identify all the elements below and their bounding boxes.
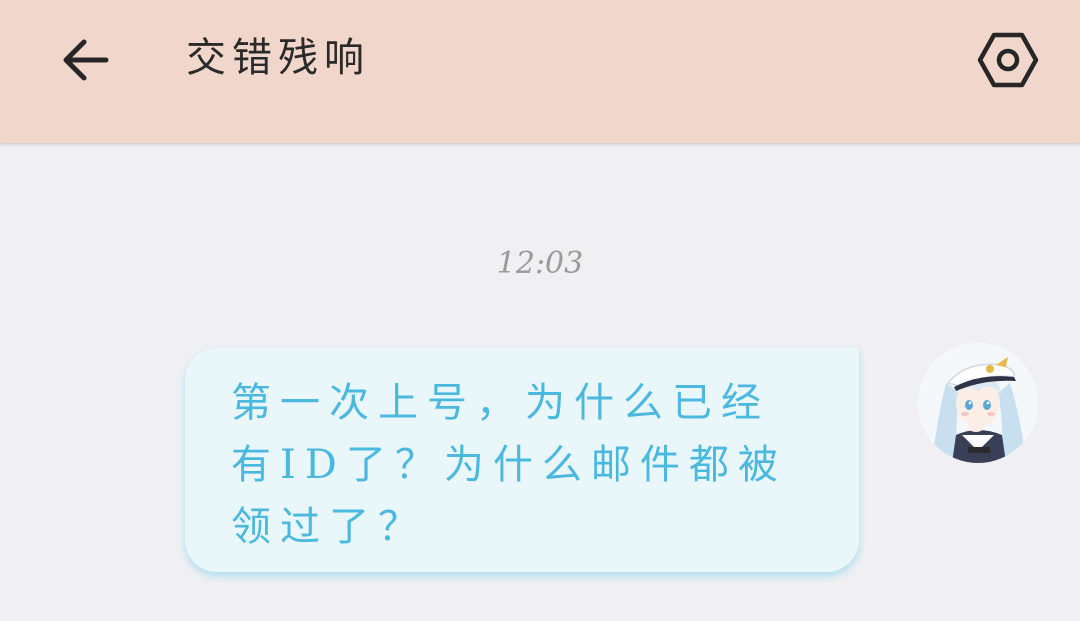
message-timestamp: 12:03 <box>496 246 584 281</box>
message-text: 第一次上号，为什么已经有ID了？为什么邮件都被领过了？ <box>231 380 787 550</box>
anime-girl-avatar <box>918 343 1038 463</box>
message-bubble[interactable]: 第一次上号，为什么已经有ID了？为什么邮件都被领过了？ <box>185 348 859 572</box>
avatar[interactable] <box>918 343 1038 463</box>
page-title: 交错残响 <box>186 35 370 81</box>
chat-screen: 交错残响 12:03 第一次上号，为什么已经有ID了？为什么邮件都被领过了？ <box>0 0 1080 621</box>
settings-button[interactable] <box>972 26 1044 94</box>
back-button[interactable] <box>50 26 118 94</box>
arrow-left-icon <box>63 39 109 81</box>
top-app-bar: 交错残响 <box>0 0 1080 143</box>
hexagon-settings-icon <box>977 32 1039 88</box>
